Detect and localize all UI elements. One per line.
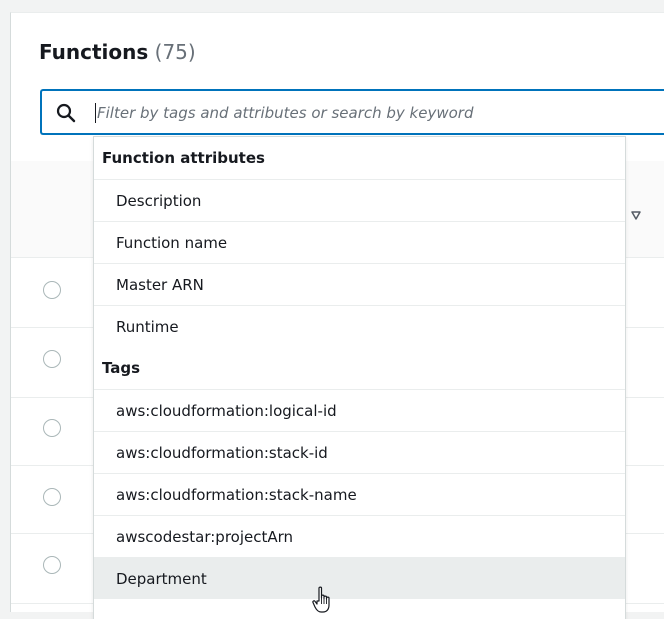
row-select-radio[interactable]	[43, 419, 61, 437]
search-icon	[56, 103, 76, 123]
row-select-radio[interactable]	[43, 556, 61, 574]
option-function-name[interactable]: Function name	[94, 221, 625, 263]
option-cloudformation-stack-id[interactable]: aws:cloudformation:stack-id	[94, 431, 625, 473]
page-title: Functions (75)	[39, 40, 196, 64]
search-bar[interactable]	[40, 89, 664, 135]
option-description[interactable]: Description	[94, 179, 625, 221]
option-cloudformation-stack-name[interactable]: aws:cloudformation:stack-name	[94, 473, 625, 515]
search-input[interactable]	[97, 100, 657, 126]
sort-descending-icon[interactable]	[630, 209, 642, 221]
row-select-radio[interactable]	[43, 350, 61, 368]
text-caret	[95, 103, 96, 123]
panel-title-label: Functions	[39, 40, 149, 64]
option-department[interactable]: Department	[94, 557, 625, 599]
function-count: (75)	[154, 40, 196, 64]
option-codestar-project-arn[interactable]: awscodestar:projectArn	[94, 515, 625, 557]
search-suggestions-dropdown: Function attributes Description Function…	[93, 136, 626, 619]
group-header-function-attributes: Function attributes	[102, 149, 265, 167]
row-select-radio[interactable]	[43, 281, 61, 299]
option-runtime[interactable]: Runtime	[94, 305, 625, 347]
option-master-arn[interactable]: Master ARN	[94, 263, 625, 305]
option-cloudformation-logical-id[interactable]: aws:cloudformation:logical-id	[94, 389, 625, 431]
group-header-tags: Tags	[102, 359, 141, 377]
row-select-radio[interactable]	[43, 488, 61, 506]
hand-pointer-cursor-icon	[312, 586, 330, 613]
